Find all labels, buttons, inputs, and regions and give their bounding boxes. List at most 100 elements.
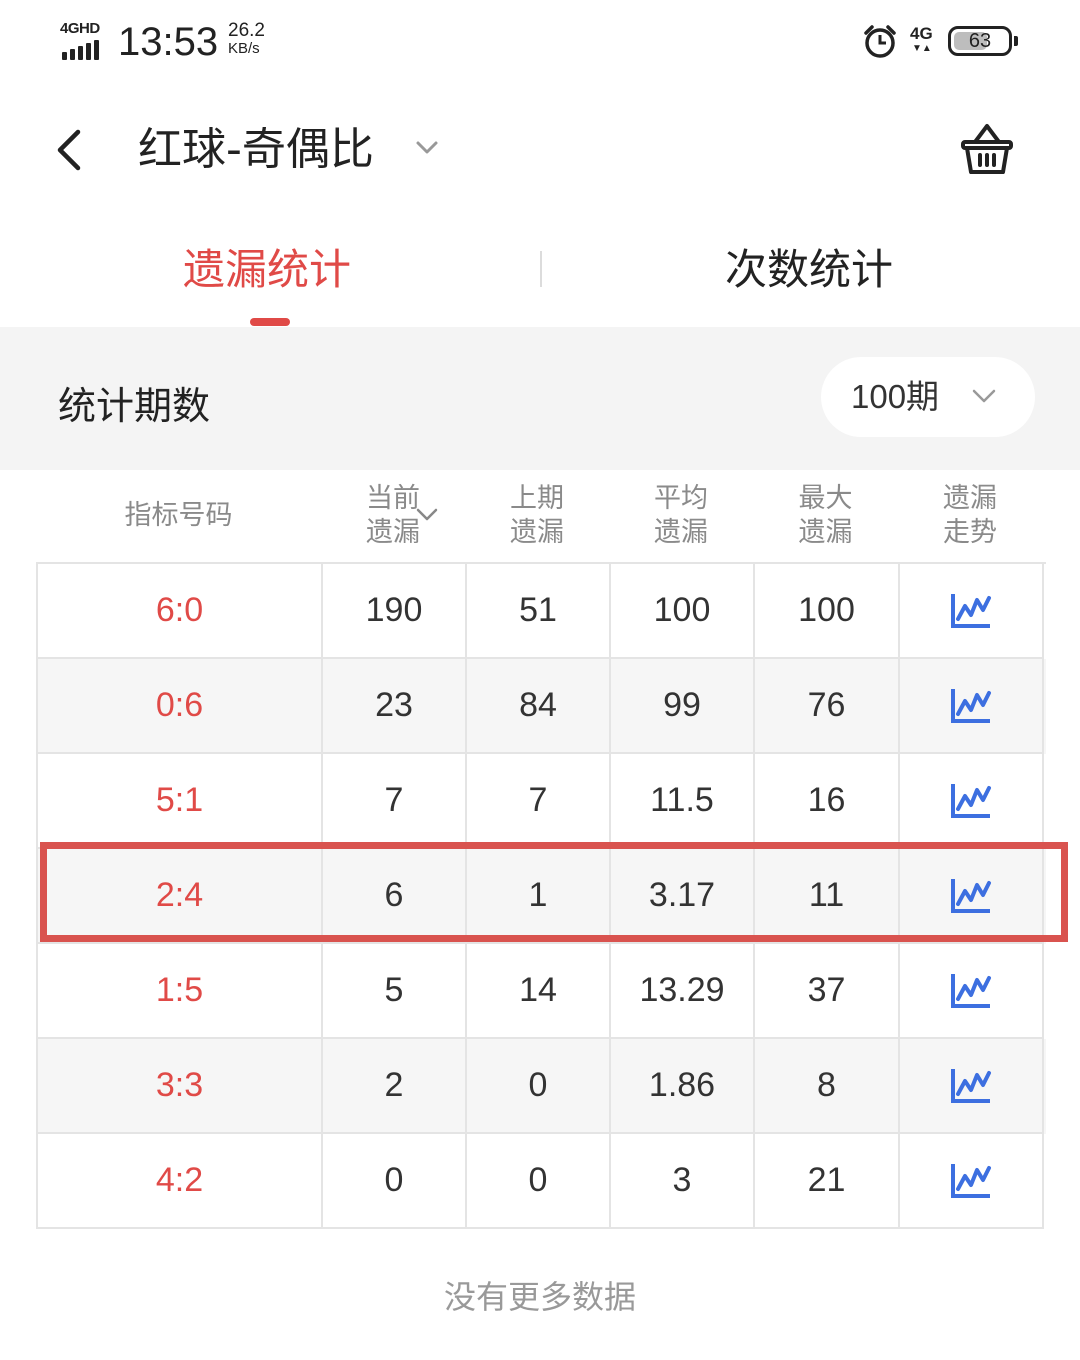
network-type-label: 4GHD <box>60 20 100 37</box>
cell-avg: 3 <box>611 1134 755 1229</box>
alarm-clock-icon <box>864 25 896 58</box>
cell-max: 21 <box>755 1134 900 1229</box>
header-line2: 遗漏 <box>798 517 853 548</box>
header-max-omission[interactable]: 最大 遗漏 <box>753 482 898 550</box>
mobile-data-label: 4G <box>910 24 933 43</box>
header-current-omission[interactable]: 当前 遗漏 <box>321 482 465 550</box>
app-header: 红球-奇偶比 <box>0 90 1080 210</box>
period-label: 统计期数 <box>58 384 211 428</box>
header-line2: 遗漏 <box>654 517 708 548</box>
back-arrow-icon[interactable] <box>40 120 100 180</box>
network-speed-value: 26.2 <box>228 20 265 41</box>
cell-current: 0 <box>323 1134 467 1229</box>
table-row: 0:6 23 84 99 76 <box>38 659 1046 754</box>
cell-trend[interactable] <box>900 849 1044 944</box>
battery-icon: 63 <box>948 26 1018 56</box>
cell-last: 0 <box>467 1039 611 1134</box>
header-code-label: 指标号码 <box>124 500 233 531</box>
table-row-highlighted: 2:4 6 1 3.17 11 <box>38 849 1046 944</box>
cell-code: 2:4 <box>38 849 323 944</box>
cell-code: 0:6 <box>38 659 323 754</box>
cell-last: 7 <box>467 754 611 849</box>
cell-trend[interactable] <box>900 1039 1044 1134</box>
cell-trend[interactable] <box>900 754 1044 849</box>
header-line1: 遗漏 <box>943 483 997 514</box>
cell-last: 1 <box>467 849 611 944</box>
chevron-down-icon <box>972 389 996 403</box>
cell-max: 11 <box>755 849 900 944</box>
cell-current: 6 <box>323 849 467 944</box>
cell-trend[interactable] <box>900 564 1044 659</box>
cell-max: 8 <box>755 1039 900 1134</box>
trend-chart-icon[interactable] <box>950 782 992 820</box>
status-bar: 4GHD 13:53 26.2 KB/s 4G ▼▲ 63 <box>0 0 1080 90</box>
tab-omission-stats[interactable]: 遗漏统计 <box>183 240 351 300</box>
cell-max: 37 <box>755 944 900 1039</box>
no-more-data-label: 没有更多数据 <box>443 1278 636 1316</box>
tab-bar: 遗漏统计 次数统计 <box>0 215 1080 327</box>
active-tab-indicator <box>250 318 290 326</box>
cell-current: 7 <box>323 754 467 849</box>
cell-avg: 1.86 <box>611 1039 755 1134</box>
battery-level: 63 <box>968 30 992 52</box>
trend-chart-icon[interactable] <box>950 972 992 1010</box>
table-row: 5:1 7 7 11.5 16 <box>38 754 1046 849</box>
cell-last: 84 <box>467 659 611 754</box>
cell-code: 4:2 <box>38 1134 323 1229</box>
header-avg-omission[interactable]: 平均 遗漏 <box>609 482 753 550</box>
header-line1: 当前 <box>366 483 420 514</box>
trend-chart-icon[interactable] <box>950 877 992 915</box>
table-row: 4:2 0 0 3 21 <box>38 1134 1046 1229</box>
cell-code: 6:0 <box>38 564 323 659</box>
cell-trend[interactable] <box>900 944 1044 1039</box>
header-line1: 平均 <box>654 483 708 514</box>
cell-code: 5:1 <box>38 754 323 849</box>
page-title[interactable]: 红球-奇偶比 <box>138 120 374 180</box>
header-line1: 最大 <box>798 483 853 514</box>
chevron-down-icon[interactable] <box>412 132 442 162</box>
status-time: 13:53 <box>118 20 219 64</box>
mobile-data-indicator: 4G ▼▲ <box>910 24 933 54</box>
cell-code: 1:5 <box>38 944 323 1039</box>
cell-current: 5 <box>323 944 467 1039</box>
cell-current: 23 <box>323 659 467 754</box>
table-row: 6:0 190 51 100 100 <box>38 564 1046 659</box>
sort-chevron-icon[interactable] <box>413 500 441 528</box>
table-body: 6:0 190 51 100 100 0:6 23 84 99 76 5:1 7… <box>36 562 1046 1229</box>
cell-last: 51 <box>467 564 611 659</box>
cell-max: 76 <box>755 659 900 754</box>
table-header: 指标号码 当前 遗漏 上期 遗漏 平均 遗漏 最大 遗漏 遗漏 走势 <box>36 470 1044 562</box>
network-speed: 26.2 KB/s <box>228 20 265 58</box>
table-row: 3:3 2 0 1.86 8 <box>38 1039 1046 1134</box>
network-speed-unit: KB/s <box>228 40 260 57</box>
basket-icon[interactable] <box>955 118 1019 182</box>
cell-avg: 100 <box>611 564 755 659</box>
trend-chart-icon[interactable] <box>950 1162 992 1200</box>
period-value: 100期 <box>851 378 940 415</box>
data-arrows-icon: ▼▲ <box>912 43 932 54</box>
cell-last: 0 <box>467 1134 611 1229</box>
header-last-omission[interactable]: 上期 遗漏 <box>465 482 609 550</box>
cell-current: 2 <box>323 1039 467 1134</box>
trend-chart-icon[interactable] <box>950 687 992 725</box>
cell-trend[interactable] <box>900 1134 1044 1229</box>
cell-code: 3:3 <box>38 1039 323 1134</box>
cell-avg: 3.17 <box>611 849 755 944</box>
cell-trend[interactable] <box>900 659 1044 754</box>
trend-chart-icon[interactable] <box>950 592 992 630</box>
cell-max: 16 <box>755 754 900 849</box>
header-trend: 遗漏 走势 <box>898 482 1042 550</box>
tab-divider <box>540 251 542 287</box>
cell-last: 14 <box>467 944 611 1039</box>
period-dropdown[interactable]: 100期 <box>821 357 1035 437</box>
signal-indicator: 4GHD <box>60 20 110 60</box>
header-line2: 遗漏 <box>510 517 564 548</box>
cell-avg: 11.5 <box>611 754 755 849</box>
trend-chart-icon[interactable] <box>950 1067 992 1105</box>
header-line1: 上期 <box>510 483 564 514</box>
table-row: 1:5 5 14 13.29 37 <box>38 944 1046 1039</box>
cell-avg: 13.29 <box>611 944 755 1039</box>
tab-count-stats[interactable]: 次数统计 <box>725 240 893 300</box>
cell-current: 190 <box>323 564 467 659</box>
omission-table: 指标号码 当前 遗漏 上期 遗漏 平均 遗漏 最大 遗漏 遗漏 走势 6:0 1… <box>0 470 1080 1360</box>
